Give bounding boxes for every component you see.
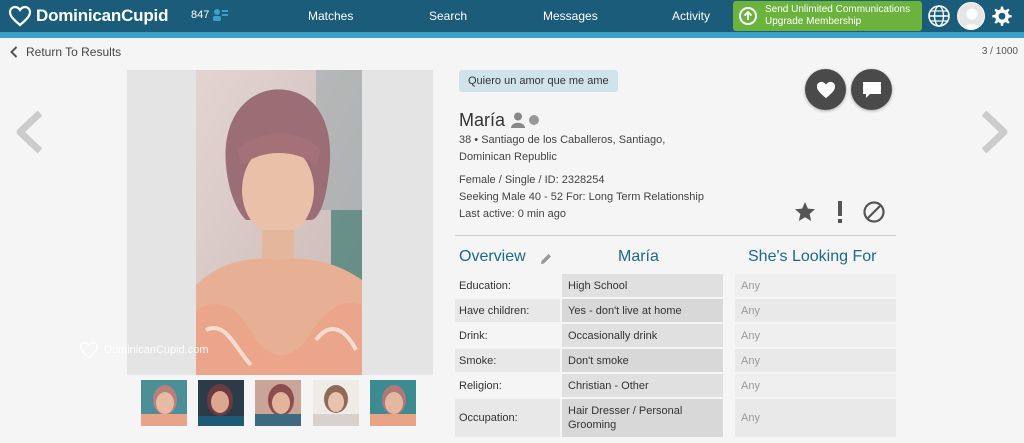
photo-thumbnail[interactable]	[198, 380, 244, 426]
row-value: High School	[562, 274, 723, 297]
users-icon	[213, 9, 229, 21]
upgrade-line2: Upgrade Membership	[765, 16, 862, 27]
chat-bubble-icon	[862, 81, 881, 98]
profile-location-line1: 38 • Santiago de los Caballeros, Santiag…	[459, 134, 666, 146]
logo[interactable]: DominicanCupid	[8, 4, 168, 28]
row-label: Religion:	[459, 379, 502, 392]
member-name-heading: María	[618, 248, 659, 265]
main-photo-panel	[127, 70, 433, 375]
arrow-up-icon	[739, 7, 757, 25]
row-value: Hair Dresser / Personal Grooming	[562, 399, 723, 437]
row-label: Occupation:	[455, 399, 560, 437]
profile-tagline: Quiero un amor que me ame	[459, 70, 618, 92]
row-label: Smoke:	[455, 349, 560, 372]
offline-status-icon	[529, 115, 539, 125]
previous-profile-arrow[interactable]	[14, 110, 46, 154]
user-silhouette-icon	[958, 3, 984, 29]
star-icon[interactable]	[793, 200, 817, 224]
return-label: Return To Results	[26, 45, 122, 59]
photo-watermark: DominicanCupid.com	[78, 340, 209, 360]
looking-for-heading: She's Looking For	[748, 248, 877, 265]
row-label: Education:	[459, 279, 511, 292]
nav-messages[interactable]: Messages	[543, 9, 598, 23]
pencil-icon[interactable]	[539, 252, 553, 266]
photo-thumbnail[interactable]	[255, 380, 301, 426]
profile-location-line2: Dominican Republic	[459, 151, 557, 163]
row-looking-value: Any	[735, 374, 896, 397]
row-looking-value: Any	[735, 299, 896, 322]
logo-text: DominicanCupid	[36, 6, 169, 25]
profile-seeking: Seeking Male 40 - 52 For: Long Term Rela…	[459, 191, 704, 203]
profile-last-active: Last active: 0 min ago	[459, 208, 567, 220]
accent-strip	[0, 32, 1024, 38]
section-divider	[455, 235, 896, 236]
profile-status-icons	[511, 112, 539, 128]
nav-search[interactable]: Search	[429, 9, 467, 23]
block-icon[interactable]	[862, 200, 886, 224]
profile-details: Female / Single / ID: 2328254	[459, 174, 605, 186]
report-icon[interactable]	[833, 200, 847, 224]
notifications[interactable]: 847	[191, 8, 229, 22]
chevron-left-icon	[10, 46, 18, 58]
upgrade-button[interactable]: Send Unlimited Communications Upgrade Me…	[733, 1, 922, 31]
profile-name: María	[459, 110, 506, 130]
globe-icon[interactable]	[927, 4, 951, 28]
user-avatar[interactable]	[957, 2, 985, 30]
gear-icon[interactable]	[990, 4, 1014, 28]
row-looking-value: Any	[735, 324, 896, 347]
overview-heading: Overview	[459, 248, 526, 265]
heart-logo-icon	[8, 5, 32, 27]
upgrade-line1: Send Unlimited Communications	[765, 4, 911, 15]
nav-activity[interactable]: Activity	[672, 9, 710, 23]
result-counter: 3 / 1000	[981, 46, 1018, 57]
heart-watermark-icon	[79, 341, 99, 359]
notification-count: 847	[191, 9, 210, 21]
user-icon	[511, 112, 525, 128]
top-navbar: DominicanCupid 847 Matches Search Messag…	[0, 0, 1024, 32]
message-button[interactable]	[851, 69, 892, 110]
heart-icon	[816, 81, 835, 98]
photo-thumbnail[interactable]	[313, 380, 359, 426]
row-label: Have children:	[455, 299, 560, 322]
photo-thumbnail[interactable]	[370, 380, 416, 426]
favorite-button[interactable]	[805, 69, 846, 110]
return-to-results-link[interactable]: Return To Results	[10, 45, 121, 59]
next-profile-arrow[interactable]	[978, 110, 1010, 154]
row-label: Drink:	[459, 329, 488, 342]
row-value: Occasionally drink	[562, 324, 723, 347]
row-looking-value: Any	[735, 349, 896, 372]
row-looking-value: Any	[735, 274, 896, 297]
portrait-image	[196, 70, 362, 375]
row-value: Don't smoke	[562, 349, 723, 372]
row-looking-value: Any	[735, 399, 896, 437]
row-value: Christian - Other	[562, 374, 723, 397]
main-photo[interactable]	[196, 70, 362, 375]
watermark-text: DominicanCupid.com	[104, 344, 209, 356]
photo-thumbnail[interactable]	[141, 380, 187, 426]
row-value: Yes - don't live at home	[562, 299, 723, 322]
nav-matches[interactable]: Matches	[308, 9, 353, 23]
